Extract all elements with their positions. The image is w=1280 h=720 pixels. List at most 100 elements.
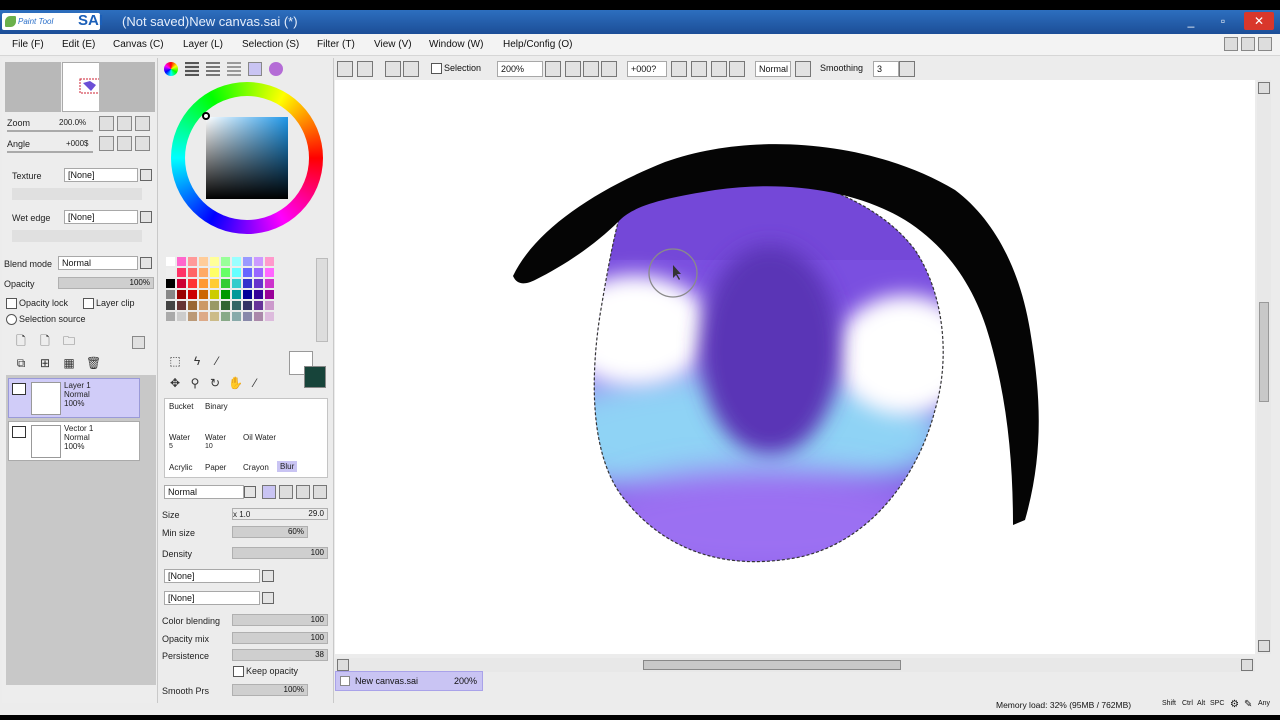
brush-shape-icon[interactable] [279, 485, 293, 499]
color-swatch[interactable] [221, 312, 230, 321]
opacity-slider[interactable]: 100% [58, 277, 154, 289]
maximize-button[interactable]: ▫ [1212, 12, 1234, 30]
color-swatch[interactable] [199, 268, 208, 277]
min-size-slider[interactable]: 60% [232, 526, 308, 538]
rect-select-icon[interactable]: ⬚ [168, 354, 182, 368]
opacity-lock-checkbox[interactable] [6, 298, 17, 309]
brush-shape-dropdown-icon[interactable] [262, 570, 274, 582]
tool-oil-water[interactable]: Oil Water [243, 433, 276, 442]
color-swatch[interactable] [243, 257, 252, 266]
delete-layer-icon[interactable]: 🗑 [86, 356, 101, 370]
zoom-value[interactable]: 200.0% [59, 118, 86, 127]
brush-shape-icon[interactable] [262, 485, 276, 499]
brush-shape-icon[interactable] [296, 485, 310, 499]
color-swatch[interactable] [199, 279, 208, 288]
document-tab[interactable]: New canvas.sai 200% [335, 671, 483, 691]
mdi-restore-button[interactable] [1241, 37, 1255, 51]
color-swatch[interactable] [254, 301, 263, 310]
smoothing-field[interactable]: 3 [873, 61, 899, 77]
color-swatch[interactable] [232, 279, 241, 288]
scroll-right-icon[interactable] [1241, 659, 1253, 671]
saturation-value-square[interactable] [206, 117, 288, 199]
hsv-slider-tab-icon[interactable] [206, 62, 220, 76]
color-swatch[interactable] [188, 312, 197, 321]
color-swatch[interactable] [265, 257, 274, 266]
zoom-tool-icon[interactable]: ⚲ [188, 376, 202, 390]
canvas-blend-field[interactable]: Normal [755, 61, 791, 77]
zoom-reset-button[interactable] [135, 116, 150, 131]
opacity-mix-slider[interactable]: 100 [232, 632, 328, 644]
move-icon[interactable]: ✥ [168, 376, 182, 390]
color-swatch[interactable] [254, 290, 263, 299]
color-swatch[interactable] [232, 257, 241, 266]
tool-blur[interactable]: Blur [277, 461, 298, 472]
eye-icon[interactable] [12, 383, 26, 395]
minimize-button[interactable]: _ [1180, 12, 1202, 30]
color-swatch[interactable] [265, 290, 274, 299]
color-swatch[interactable] [232, 268, 241, 277]
color-swatch[interactable] [221, 279, 230, 288]
color-swatch[interactable] [199, 290, 208, 299]
color-swatch[interactable] [265, 312, 274, 321]
color-swatch[interactable] [254, 257, 263, 266]
color-swatch[interactable] [199, 257, 208, 266]
scroll-down-icon[interactable] [1258, 640, 1270, 652]
color-swatch[interactable] [210, 268, 219, 277]
zoom-plus-button[interactable] [583, 61, 599, 77]
tool-bucket[interactable]: Bucket [169, 402, 193, 411]
color-swatch[interactable] [232, 312, 241, 321]
wet-edge-dropdown-icon[interactable] [140, 211, 152, 223]
zoom-dropdown-button[interactable] [545, 61, 561, 77]
color-swatch[interactable] [221, 257, 230, 266]
menu-selection[interactable]: Selection (S) [242, 39, 299, 50]
brush-texture-select[interactable]: [None] [164, 591, 260, 605]
color-swatch[interactable] [265, 279, 274, 288]
clear-layer-icon[interactable]: ▦ [62, 356, 76, 370]
brush-shape-select[interactable]: [None] [164, 569, 260, 583]
keep-opacity-checkbox[interactable] [233, 666, 244, 677]
hand-icon[interactable]: ✋ [228, 376, 243, 390]
size-slider[interactable]: 29.0 [232, 508, 328, 520]
drawing-canvas[interactable] [335, 80, 1255, 654]
eyedropper-icon[interactable]: ⁄ [248, 376, 262, 390]
color-swatch[interactable] [232, 301, 241, 310]
rotate-tool-icon[interactable]: ↻ [208, 376, 222, 390]
color-swatch[interactable] [221, 301, 230, 310]
rotate-right-button-2[interactable] [711, 61, 727, 77]
color-wheel-tab-icon[interactable] [164, 62, 178, 76]
density-slider[interactable]: 100 [232, 547, 328, 559]
color-swatches[interactable] [166, 257, 314, 339]
color-swatch[interactable] [166, 290, 175, 299]
horizontal-scroll-thumb[interactable] [643, 660, 901, 670]
menu-help[interactable]: Help/Config (O) [503, 39, 572, 50]
color-swatch[interactable] [188, 279, 197, 288]
tool-water-1[interactable]: Water [169, 433, 190, 442]
flip-button[interactable] [795, 61, 811, 77]
zoom-field[interactable]: 200% [497, 61, 543, 77]
blend-mode-dropdown-icon[interactable] [140, 257, 152, 269]
horizontal-scrollbar[interactable] [335, 658, 1255, 672]
new-vector-layer-icon[interactable]: 🗋 [38, 334, 52, 348]
tool-water-2[interactable]: Water [205, 433, 226, 442]
scroll-left-icon[interactable] [337, 659, 349, 671]
lasso-icon[interactable]: ϟ [190, 354, 204, 368]
color-swatch[interactable] [177, 312, 186, 321]
copy-layer-icon[interactable]: ⧉ [14, 356, 28, 370]
scratchpad-tab-icon[interactable] [269, 62, 283, 76]
rotate-right-button[interactable] [117, 136, 132, 151]
mdi-close-button[interactable] [1258, 37, 1272, 51]
color-swatch[interactable] [177, 279, 186, 288]
color-swatch[interactable] [243, 312, 252, 321]
zoom-minus-button[interactable] [565, 61, 581, 77]
zoom-out-button[interactable] [117, 116, 132, 131]
magic-wand-icon[interactable]: ⁄ [210, 354, 224, 368]
menu-canvas[interactable]: Canvas (C) [113, 39, 164, 50]
rgb-slider-tab-icon[interactable] [185, 62, 199, 76]
color-swatch[interactable] [177, 268, 186, 277]
rotate-reset-button[interactable] [135, 136, 150, 151]
color-swatch[interactable] [210, 279, 219, 288]
texture-select[interactable]: [None] [64, 168, 138, 182]
clear-button[interactable] [385, 61, 401, 77]
color-swatch[interactable] [188, 268, 197, 277]
brush-texture-dropdown-icon[interactable] [262, 592, 274, 604]
